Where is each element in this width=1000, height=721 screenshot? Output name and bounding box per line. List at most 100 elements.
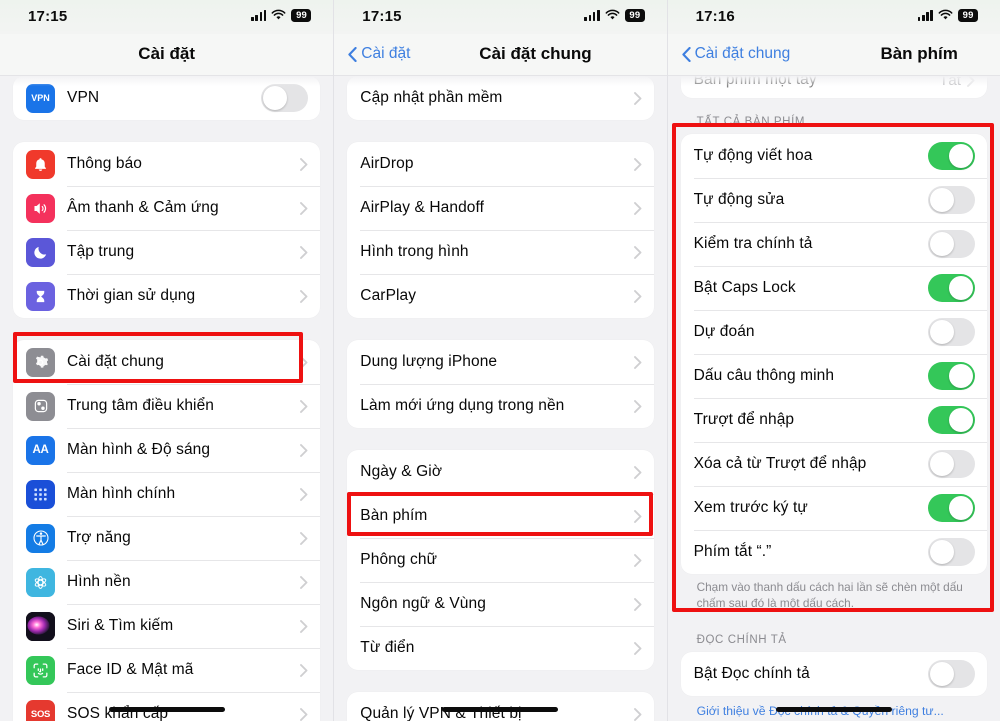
row-label: CarPlay bbox=[360, 287, 417, 304]
status-time: 17:16 bbox=[695, 8, 735, 25]
row-label: Trượt để nhập bbox=[693, 411, 795, 428]
row-check-spelling[interactable]: Kiểm tra chính tả bbox=[681, 222, 987, 266]
group-software-update: Cập nhật phần mềm bbox=[347, 76, 654, 120]
chevron-right-icon bbox=[633, 509, 642, 523]
row-wallpaper[interactable]: Hình nền bbox=[13, 560, 321, 604]
back-button[interactable]: Cài đặt chung bbox=[681, 45, 790, 63]
row-label: Cài đặt chung bbox=[67, 353, 164, 370]
chevron-right-icon bbox=[633, 597, 642, 611]
row-label: Màn hình & Độ sáng bbox=[67, 441, 211, 458]
chevron-right-icon bbox=[300, 355, 308, 369]
row-fonts[interactable]: Phông chữ bbox=[347, 538, 654, 582]
row-general-settings[interactable]: Cài đặt chung bbox=[13, 340, 320, 384]
vpn-toggle[interactable] bbox=[261, 84, 309, 112]
smart-punctuation-toggle[interactable] bbox=[927, 362, 975, 390]
auto-capitalization-toggle[interactable] bbox=[927, 142, 975, 170]
row-keyboard[interactable]: Bàn phím bbox=[347, 494, 654, 538]
vpn-icon: VPN bbox=[26, 83, 55, 113]
chevron-right-icon bbox=[300, 245, 308, 259]
accessibility-icon bbox=[26, 523, 55, 553]
chevron-right-icon bbox=[633, 245, 642, 259]
status-indicators: 99 bbox=[584, 9, 645, 22]
row-enable-caps-lock[interactable]: Bật Caps Lock bbox=[681, 266, 987, 310]
enable-caps-lock-toggle[interactable] bbox=[927, 274, 975, 302]
row-label: Từ điển bbox=[360, 639, 415, 656]
period-shortcut-toggle[interactable] bbox=[927, 538, 975, 566]
row-label: Thời gian sử dụng bbox=[67, 287, 196, 304]
row-label: Bật Caps Lock bbox=[693, 279, 796, 296]
page-title: Cài đặt bbox=[138, 44, 195, 63]
row-vpn[interactable]: VPN VPN bbox=[13, 76, 320, 120]
row-screen-time[interactable]: Thời gian sử dụng bbox=[13, 274, 321, 318]
group-storage: Dung lượng iPhone Làm mới ứng dụng trong… bbox=[347, 340, 654, 428]
row-carplay[interactable]: CarPlay bbox=[347, 274, 654, 318]
row-picture-in-picture[interactable]: Hình trong hình bbox=[347, 230, 654, 274]
battery-indicator: 99 bbox=[957, 9, 978, 22]
row-value: Tắt bbox=[939, 76, 961, 89]
row-airplay-handoff[interactable]: AirPlay & Handoff bbox=[347, 186, 654, 230]
row-label: Ngày & Giờ bbox=[360, 463, 443, 480]
row-one-handed-keyboard[interactable]: Bàn phím một tay Tắt bbox=[681, 76, 987, 98]
nav-bar: Cài đặt Cài đặt chung bbox=[334, 34, 667, 76]
row-dictionary[interactable]: Từ điển bbox=[347, 626, 654, 670]
row-home-screen[interactable]: Màn hình chính bbox=[13, 472, 321, 516]
row-label: Tự động viết hoa bbox=[693, 147, 813, 164]
row-notifications[interactable]: Thông báo bbox=[13, 142, 320, 186]
row-label: Dấu câu thông minh bbox=[693, 367, 835, 384]
row-display-brightness[interactable]: AA Màn hình & Độ sáng bbox=[13, 428, 321, 472]
settings-scroll-list[interactable]: VPN VPN Thông báo Âm thanh & Cảm ứng Tập… bbox=[0, 76, 334, 721]
row-auto-capitalization[interactable]: Tự động viết hoa bbox=[681, 134, 987, 178]
row-airdrop[interactable]: AirDrop bbox=[347, 142, 653, 186]
row-siri-search[interactable]: Siri & Tìm kiếm bbox=[13, 604, 321, 648]
row-label: Dung lượng iPhone bbox=[360, 353, 498, 370]
section-header-all-keyboards: TẤT CẢ BÀN PHÍM bbox=[696, 116, 806, 128]
group-general: Cài đặt chung Trung tâm điều khiển AA Mà… bbox=[13, 340, 321, 721]
row-smart-punctuation[interactable]: Dấu câu thông minh bbox=[681, 354, 987, 398]
face-id-icon bbox=[26, 655, 55, 685]
enable-dictation-toggle[interactable] bbox=[927, 659, 975, 688]
row-label: Màn hình chính bbox=[67, 485, 176, 502]
check-spelling-toggle[interactable] bbox=[927, 230, 975, 258]
section-header-dictation: ĐỌC CHÍNH TẢ bbox=[696, 633, 787, 646]
row-label: Hình nền bbox=[67, 573, 131, 590]
nav-bar: Cài đặt chung Bàn phím bbox=[667, 34, 1000, 76]
chevron-right-icon bbox=[633, 201, 642, 215]
row-background-app-refresh[interactable]: Làm mới ứng dụng trong nền bbox=[347, 384, 654, 428]
keyboard-scroll-list[interactable]: Bàn phím một tay Tắt TẤT CẢ BÀN PHÍM Tự … bbox=[667, 76, 1000, 721]
character-preview-toggle[interactable] bbox=[927, 494, 975, 522]
screenshot-stage: 17:15 99 Cài đặt VPN VPN Thông báo Âm th… bbox=[0, 0, 1000, 721]
row-control-center[interactable]: Trung tâm điều khiển bbox=[13, 384, 321, 428]
row-label: Phím tắt “.” bbox=[693, 543, 772, 560]
slide-to-type-toggle[interactable] bbox=[927, 406, 975, 434]
predictive-toggle[interactable] bbox=[927, 318, 975, 346]
row-enable-dictation[interactable]: Bật Đọc chính tả bbox=[681, 652, 987, 696]
row-focus[interactable]: Tập trung bbox=[13, 230, 321, 274]
auto-correction-toggle[interactable] bbox=[927, 186, 975, 214]
chevron-left-icon bbox=[348, 46, 357, 62]
chevron-right-icon bbox=[300, 531, 308, 545]
row-label: Ngôn ngữ & Vùng bbox=[360, 595, 486, 612]
wallpaper-icon bbox=[26, 567, 55, 597]
row-label: Cập nhật phần mềm bbox=[360, 89, 503, 106]
row-iphone-storage[interactable]: Dung lượng iPhone bbox=[347, 340, 653, 384]
row-delete-slide-to-type-word[interactable]: Xóa cả từ Trượt để nhập bbox=[681, 442, 987, 486]
row-period-shortcut[interactable]: Phím tắt “.” bbox=[681, 530, 987, 574]
chevron-right-icon bbox=[300, 399, 308, 413]
row-auto-correction[interactable]: Tự động sửa bbox=[681, 178, 987, 222]
row-face-id[interactable]: Face ID & Mật mã bbox=[13, 648, 321, 692]
battery-indicator: 99 bbox=[624, 9, 645, 22]
row-accessibility[interactable]: Trợ năng bbox=[13, 516, 321, 560]
row-sounds[interactable]: Âm thanh & Cảm ứng bbox=[13, 186, 321, 230]
row-language-region[interactable]: Ngôn ngữ & Vùng bbox=[347, 582, 654, 626]
row-date-time[interactable]: Ngày & Giờ bbox=[347, 450, 653, 494]
back-button[interactable]: Cài đặt bbox=[348, 45, 410, 63]
row-character-preview[interactable]: Xem trước ký tự bbox=[681, 486, 987, 530]
row-predictive[interactable]: Dự đoán bbox=[681, 310, 987, 354]
delete-slide-to-type-word-toggle[interactable] bbox=[927, 450, 975, 478]
group-sharing: AirDrop AirPlay & Handoff Hình trong hìn… bbox=[347, 142, 654, 318]
group-locale: Ngày & Giờ Bàn phím Phông chữ Ngôn ngữ &… bbox=[347, 450, 654, 670]
general-scroll-list[interactable]: Cập nhật phần mềm AirDrop AirPlay & Hand… bbox=[334, 76, 667, 721]
row-slide-to-type[interactable]: Trượt để nhập bbox=[681, 398, 987, 442]
row-software-update[interactable]: Cập nhật phần mềm bbox=[347, 76, 653, 120]
chevron-right-icon bbox=[633, 465, 642, 479]
